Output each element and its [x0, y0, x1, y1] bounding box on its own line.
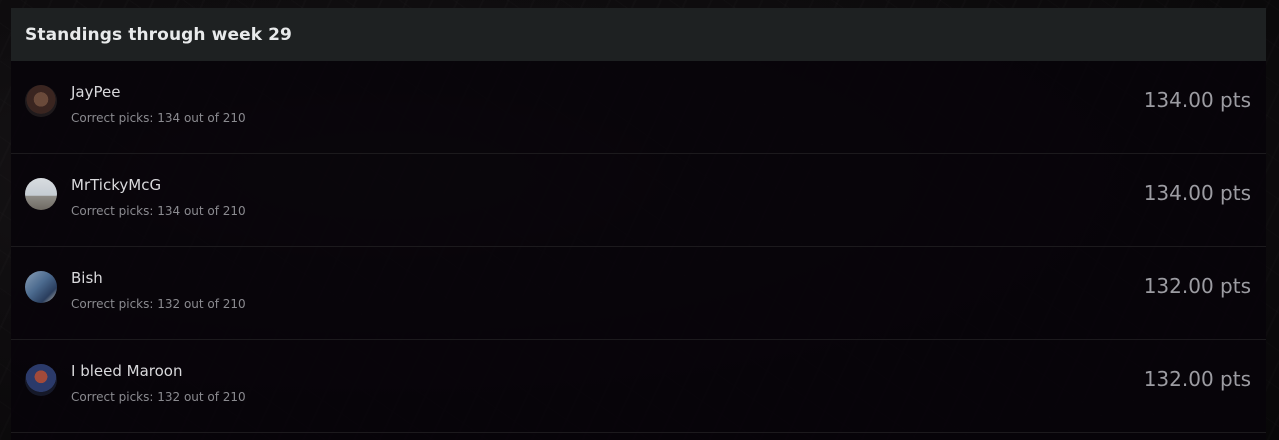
standings-row[interactable]: I bleed Maroon Correct picks: 132 out of…	[11, 340, 1266, 433]
avatar[interactable]	[25, 85, 57, 117]
avatar[interactable]	[25, 178, 57, 210]
standings-panel: Standings through week 29 JayPee Correct…	[11, 8, 1266, 440]
standings-title: Standings through week 29	[25, 24, 292, 45]
standings-row[interactable]: JayPee Correct picks: 134 out of 210 134…	[11, 61, 1266, 154]
standings-row[interactable]: MrTickyMcG Correct picks: 134 out of 210…	[11, 154, 1266, 247]
correct-picks: Correct picks: 134 out of 210	[71, 111, 246, 125]
correct-picks: Correct picks: 134 out of 210	[71, 204, 246, 218]
player-points: 132.00 pts	[1143, 367, 1251, 391]
player-name[interactable]: I bleed Maroon	[71, 362, 182, 380]
player-name[interactable]: MrTickyMcG	[71, 176, 161, 194]
avatar[interactable]	[25, 271, 57, 303]
player-name[interactable]: Bish	[71, 269, 103, 287]
correct-picks: Correct picks: 132 out of 210	[71, 297, 246, 311]
player-points: 134.00 pts	[1143, 181, 1251, 205]
avatar[interactable]	[25, 364, 57, 396]
player-points: 132.00 pts	[1143, 274, 1251, 298]
standings-row[interactable]: Bish Correct picks: 132 out of 210 132.0…	[11, 247, 1266, 340]
player-name[interactable]: JayPee	[71, 83, 120, 101]
player-points: 134.00 pts	[1143, 88, 1251, 112]
standings-header: Standings through week 29	[11, 8, 1266, 61]
correct-picks: Correct picks: 132 out of 210	[71, 390, 246, 404]
